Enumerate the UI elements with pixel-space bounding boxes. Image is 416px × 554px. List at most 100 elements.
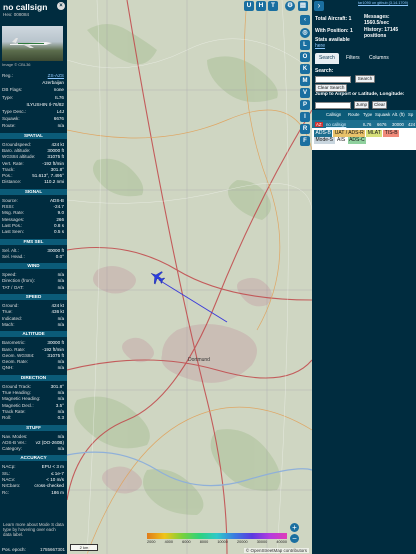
- zoom-in-button[interactable]: +: [290, 523, 299, 532]
- detail-value: ≤ 1e-7: [51, 470, 64, 476]
- altitude-tick: 2000: [147, 540, 156, 544]
- map-button-r[interactable]: R: [300, 124, 310, 134]
- map-button-h[interactable]: H: [256, 1, 266, 11]
- detail-row: Geom. Rate: n/a: [2, 359, 64, 364]
- map-button-f[interactable]: F: [300, 136, 310, 146]
- city-label: Dortmund: [188, 357, 210, 363]
- jump-button[interactable]: Jump: [354, 101, 369, 109]
- table-row[interactable]: AZ no callsign IL76 6676 30000 424: [312, 120, 416, 128]
- section-header-stuff[interactable]: STUFF: [0, 424, 67, 431]
- map-button-i[interactable]: I: [300, 112, 310, 122]
- close-icon[interactable]: ×: [57, 2, 65, 10]
- col-speed[interactable]: Sp: [408, 112, 413, 117]
- section-header-speed[interactable]: SPEED: [0, 294, 67, 300]
- detail-value: 31075 ft: [47, 352, 64, 358]
- detail-key: Mach:: [2, 321, 15, 327]
- altitude-tick: 30000: [256, 540, 268, 544]
- search-button[interactable]: Search: [355, 75, 375, 83]
- detail-row: NACv: < 10 m/s: [2, 477, 64, 482]
- detail-value: -192 ft/min: [42, 346, 64, 352]
- info-value: Azerbaijan: [42, 80, 64, 86]
- source-ais[interactable]: AIS: [335, 137, 347, 144]
- source-uat-ads-r[interactable]: UAT / ADS-R: [333, 130, 366, 137]
- map-canvas[interactable]: Dortmund: [67, 0, 312, 554]
- clear-button[interactable]: Clear: [372, 101, 387, 109]
- tab-filters[interactable]: Filters: [342, 53, 364, 64]
- section-header-wind[interactable]: WIND: [0, 263, 67, 270]
- detail-key: Distance:: [2, 179, 22, 185]
- col-squawk[interactable]: Squawk: [375, 112, 390, 117]
- detail-value: n/a: [57, 315, 64, 321]
- aircraft-photo[interactable]: [2, 26, 63, 61]
- row-callsign[interactable]: no callsign: [326, 122, 346, 127]
- osm-attribution[interactable]: © OpenStreetMap contributors: [243, 548, 309, 553]
- recenter-icon[interactable]: ◎: [300, 28, 310, 38]
- detail-value: n/a: [57, 433, 64, 439]
- section-header-altitude[interactable]: ALTITUDE: [0, 331, 67, 338]
- altitude-color-legend: [147, 533, 287, 539]
- section-header-fms[interactable]: FMS SEL: [0, 238, 67, 245]
- map-button-m[interactable]: M: [300, 76, 310, 86]
- detail-value: 30000 ft: [47, 340, 64, 346]
- search-input[interactable]: [315, 76, 351, 83]
- section-header-accuracy[interactable]: ACCURACY: [0, 455, 67, 462]
- detail-value: EPU < 3 m: [41, 464, 64, 470]
- info-row: Reg.: ZS-AZS: [2, 73, 64, 78]
- collapse-arrow-icon[interactable]: ‹: [300, 15, 310, 25]
- map-button-l[interactable]: L: [300, 40, 310, 50]
- source-mlat[interactable]: MLAT: [366, 130, 383, 137]
- detail-key: Direction (from):: [2, 278, 35, 284]
- detail-row: ADS-B Ver.: v2 (DO-260B): [2, 440, 64, 445]
- settings-gear-icon[interactable]: ⚙: [285, 1, 295, 11]
- detail-key: NACp:: [2, 464, 16, 470]
- map-button-k[interactable]: K: [300, 64, 310, 74]
- detail-row: Nav. Modes: n/a: [2, 434, 64, 439]
- tab-columns[interactable]: Columns: [365, 53, 393, 64]
- detail-row: Source: ADS-B: [2, 198, 64, 203]
- altitude-tick: 20000: [237, 540, 248, 544]
- jump-label: Jump to Airport or Latitude, Longitude:: [315, 92, 405, 97]
- detail-value: ADS-B: [49, 197, 64, 203]
- map-view[interactable]: Dortmund U H T ⚙ ▤ ‹ ◎ L O K M V P I R F…: [67, 0, 312, 554]
- col-alt[interactable]: Alt. (ft): [392, 112, 405, 117]
- clear-search-button[interactable]: Clear Search: [315, 84, 347, 92]
- detail-row: RSSI: -24.7: [2, 204, 64, 209]
- section-header-signal[interactable]: SIGNAL: [0, 188, 67, 195]
- detail-key: Baro. Rate:: [2, 346, 26, 352]
- detail-value: 3.5°: [55, 402, 64, 408]
- detail-key: ADS-B Ver.:: [2, 439, 27, 445]
- app-root: no callsign Hex: 008084 × Image © CBL36 …: [0, 0, 416, 554]
- jump-input[interactable]: [315, 102, 351, 109]
- map-button-p[interactable]: P: [300, 100, 310, 110]
- col-callsign[interactable]: Callsign: [326, 112, 341, 117]
- col-route[interactable]: Route: [348, 112, 359, 117]
- source-tis-b[interactable]: TIS-B: [383, 130, 400, 137]
- detail-row: True Heading: n/a: [2, 390, 64, 395]
- source-ads-c[interactable]: ADS-C: [347, 137, 367, 144]
- detail-value: -24.7: [53, 204, 64, 209]
- section-header-spatial[interactable]: SPATIAL: [0, 132, 67, 139]
- with-position: With Position: 1: [315, 28, 353, 34]
- tab-search[interactable]: Search: [315, 53, 339, 64]
- version-link-2[interactable]: tar1090 on github (3.14.1709): [358, 1, 408, 5]
- collapse-right-arrow-icon[interactable]: ›: [314, 1, 324, 11]
- source-mode-s[interactable]: Mode-S: [314, 137, 335, 144]
- detail-row: Vert. Rate: -192 ft/min: [2, 161, 64, 166]
- detail-key: Baro. altitude:: [2, 147, 31, 153]
- layers-icon[interactable]: ▤: [298, 1, 308, 11]
- stats-link[interactable]: here: [315, 43, 325, 49]
- map-button-u[interactable]: U: [244, 1, 254, 11]
- map-button-v[interactable]: V: [300, 88, 310, 98]
- map-button-o[interactable]: O: [300, 52, 310, 62]
- map-scale-bar: 2 km: [70, 544, 98, 551]
- source-ads-b[interactable]: ADS-B: [314, 130, 333, 137]
- zoom-out-button[interactable]: −: [290, 534, 299, 543]
- detail-value: 30000 ft: [47, 147, 64, 153]
- col-type[interactable]: Type: [363, 112, 372, 117]
- pos-epoch-row: Pos. epoch: 1755667301: [2, 547, 65, 552]
- altitude-legend-ticks: 2000 4000 6000 8000 10000 20000 30000 40000: [147, 540, 287, 544]
- info-value[interactable]: ZS-AZS: [48, 73, 64, 78]
- map-button-t[interactable]: T: [268, 1, 278, 11]
- info-value: n/a: [57, 123, 64, 129]
- section-header-direction[interactable]: DIRECTION: [0, 374, 67, 381]
